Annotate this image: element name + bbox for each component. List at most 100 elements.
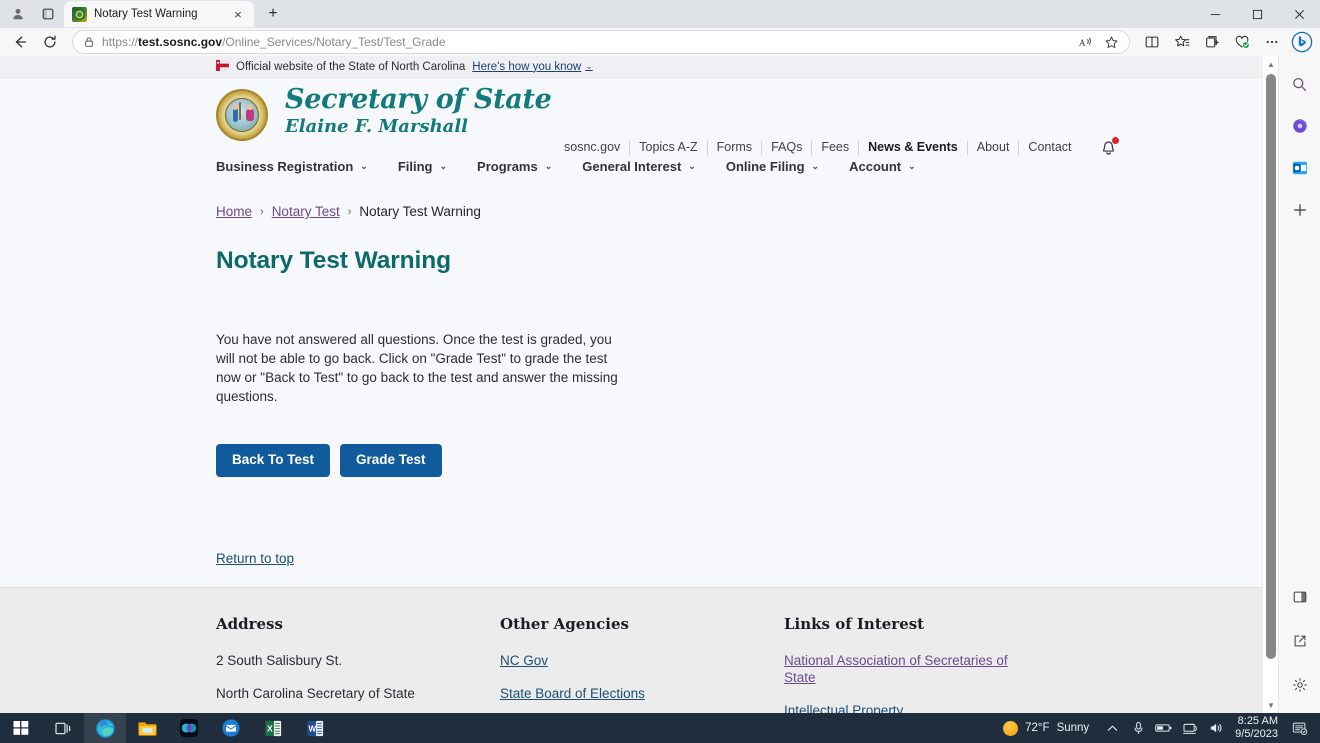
- back-icon[interactable]: [6, 29, 34, 55]
- grade-test-button[interactable]: Grade Test: [340, 444, 442, 477]
- sidebar-toggle-icon[interactable]: [1286, 583, 1314, 611]
- browser-chrome: Notary Test Warning × + https://test.sos…: [0, 0, 1320, 56]
- utility-link-sosnc[interactable]: sosnc.gov: [564, 140, 629, 155]
- footer-address-line-1: 2 South Salisbury St.: [216, 652, 343, 668]
- nav-item-filing[interactable]: Filing ⌄: [398, 159, 447, 174]
- volume-icon[interactable]: [1203, 713, 1229, 743]
- nav-item-programs[interactable]: Programs ⌄: [477, 159, 552, 174]
- favorite-star-icon[interactable]: [1099, 31, 1123, 53]
- outlook-icon[interactable]: [1286, 154, 1314, 182]
- chevron-down-icon: ⌄: [585, 61, 593, 71]
- utility-link-topics[interactable]: Topics A-Z: [629, 140, 706, 155]
- sidebar-settings-icon[interactable]: [1286, 671, 1314, 699]
- return-to-top-link[interactable]: Return to top: [216, 551, 294, 566]
- profile-icon[interactable]: [4, 2, 32, 26]
- add-icon[interactable]: [1286, 196, 1314, 224]
- footer-link-state-board-of-elections[interactable]: State Board of Elections: [500, 685, 645, 702]
- weather-temperature: 72°F: [1025, 722, 1050, 734]
- utility-link-forms[interactable]: Forms: [706, 140, 761, 155]
- browser-essentials-icon[interactable]: [1228, 29, 1256, 55]
- page-scrollbar[interactable]: ▲ ▼: [1262, 56, 1278, 713]
- taskbar-weather-widget[interactable]: 72°F Sunny: [993, 720, 1099, 736]
- web-page: Official website of the State of North C…: [0, 56, 1262, 713]
- action-button-row: Back To Test Grade Test: [216, 444, 1262, 477]
- nc-state-seal: [216, 89, 268, 141]
- svg-text:X: X: [267, 723, 273, 733]
- taskbar-file-explorer[interactable]: [126, 713, 168, 743]
- site-brand[interactable]: Secretary of State Elaine F. Marshall: [285, 84, 552, 139]
- collections-icon[interactable]: [1198, 29, 1226, 55]
- breadcrumb-item-current: Notary Test Warning: [359, 204, 481, 219]
- bing-copilot-icon[interactable]: [1290, 30, 1314, 54]
- start-button[interactable]: [0, 713, 42, 743]
- utility-link-fees[interactable]: Fees: [811, 140, 858, 155]
- read-aloud-icon[interactable]: A: [1073, 31, 1097, 53]
- search-icon[interactable]: [1286, 70, 1314, 98]
- taskbar-excel[interactable]: X: [252, 713, 294, 743]
- chevron-down-icon: ⌄: [439, 161, 448, 171]
- utility-link-contact[interactable]: Contact: [1018, 140, 1080, 155]
- open-in-new-window-icon[interactable]: [1286, 627, 1314, 655]
- scroll-up-arrow-icon[interactable]: ▲: [1263, 56, 1278, 72]
- settings-more-icon[interactable]: [1258, 29, 1286, 55]
- site-info-lock-icon[interactable]: [83, 36, 95, 48]
- footer-link-nc-gov[interactable]: NC Gov: [500, 652, 548, 669]
- chevron-down-icon: ⌄: [908, 161, 916, 171]
- battery-icon[interactable]: [1151, 713, 1177, 743]
- taskbar-webex[interactable]: [168, 713, 210, 743]
- breadcrumb-item-home[interactable]: Home: [216, 204, 252, 219]
- site-header: Secretary of State Elaine F. Marshall so…: [0, 78, 1262, 190]
- browser-toolbar: https://test.sosnc.gov/Online_Services/N…: [0, 28, 1320, 56]
- footer-column-links-of-interest: Links of Interest National Association o…: [784, 615, 1084, 713]
- scrollbar-thumb[interactable]: [1266, 74, 1276, 659]
- footer-column-address: Address 2 South Salisbury St. North Caro…: [216, 615, 500, 713]
- heres-how-you-know-link[interactable]: Here's how you know ⌄: [472, 61, 593, 73]
- favorites-icon[interactable]: [1168, 29, 1196, 55]
- brand-title: Secretary of State: [285, 84, 552, 115]
- tab-title: Notary Test Warning: [94, 8, 198, 20]
- tab-actions-icon[interactable]: [34, 2, 62, 26]
- back-to-test-button[interactable]: Back To Test: [216, 444, 331, 477]
- show-hidden-icons-chevron[interactable]: [1099, 713, 1125, 743]
- scroll-down-arrow-icon[interactable]: ▼: [1263, 697, 1278, 713]
- copilot-icon[interactable]: [1286, 112, 1314, 140]
- taskbar-mail[interactable]: [210, 713, 252, 743]
- nav-item-general-interest[interactable]: General Interest ⌄: [582, 159, 696, 174]
- address-bar-url: https://test.sosnc.gov/Online_Services/N…: [102, 35, 446, 49]
- taskbar-edge[interactable]: [84, 713, 126, 743]
- taskbar-clock[interactable]: 8:25 AM 9/5/2023: [1229, 715, 1286, 741]
- footer-link-nass[interactable]: National Association of Secretaries of S…: [784, 652, 1020, 686]
- nav-item-account[interactable]: Account ⌄: [849, 159, 916, 174]
- site-footer: Address 2 South Salisbury St. North Caro…: [0, 586, 1262, 713]
- utility-link-faqs[interactable]: FAQs: [761, 140, 811, 155]
- refresh-icon[interactable]: [36, 29, 64, 55]
- footer-column-other-agencies: Other Agencies NC Gov State Board of Ele…: [500, 615, 784, 713]
- chevron-down-icon: ⌄: [360, 161, 368, 171]
- breadcrumb-separator-icon: ›: [347, 205, 352, 218]
- split-screen-icon[interactable]: [1138, 29, 1166, 55]
- close-button[interactable]: [1278, 0, 1320, 28]
- footer-link-intellectual-property[interactable]: Intellectual Property: [784, 702, 903, 713]
- notification-center-icon[interactable]: [1286, 713, 1314, 743]
- utility-link-news-events[interactable]: News & Events: [858, 140, 967, 155]
- browser-tab[interactable]: Notary Test Warning ×: [64, 1, 254, 27]
- tab-favicon-icon: [72, 6, 87, 22]
- breadcrumb-item-notary-test[interactable]: Notary Test: [272, 204, 340, 219]
- network-icon[interactable]: [1177, 713, 1203, 743]
- address-bar[interactable]: https://test.sosnc.gov/Online_Services/N…: [72, 30, 1130, 54]
- nav-item-online-filing[interactable]: Online Filing ⌄: [726, 159, 819, 174]
- svg-text:W: W: [308, 724, 316, 733]
- weather-condition: Sunny: [1056, 722, 1090, 734]
- minimize-button[interactable]: [1194, 0, 1236, 28]
- tab-close-icon[interactable]: ×: [230, 6, 246, 22]
- official-gov-banner: Official website of the State of North C…: [0, 56, 1262, 78]
- maximize-button[interactable]: [1236, 0, 1278, 28]
- utility-link-about[interactable]: About: [966, 140, 1019, 155]
- windows-taskbar: X W 72°F Sunny 8:25 AM 9/5/2023: [0, 713, 1320, 743]
- microphone-icon[interactable]: [1125, 713, 1151, 743]
- taskbar-word[interactable]: W: [294, 713, 336, 743]
- bell-icon[interactable]: [1097, 136, 1121, 160]
- task-view-button[interactable]: [42, 713, 84, 743]
- nav-item-business-registration[interactable]: Business Registration ⌄: [216, 159, 368, 174]
- new-tab-button[interactable]: +: [259, 1, 287, 27]
